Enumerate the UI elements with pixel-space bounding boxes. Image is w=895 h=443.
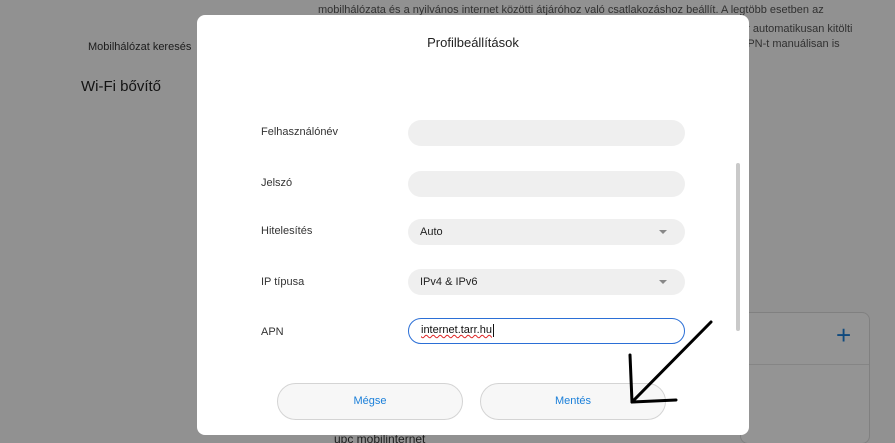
- password-label: Jelszó: [261, 177, 293, 189]
- save-button[interactable]: Mentés: [480, 383, 666, 420]
- cancel-button[interactable]: Mégse: [277, 383, 463, 420]
- apn-label: APN: [261, 326, 284, 338]
- apn-input-value: internet.tarr.hu: [421, 324, 492, 336]
- chevron-down-icon: [659, 280, 667, 284]
- auth-label: Hitelesítés: [261, 225, 313, 237]
- text-caret: [492, 323, 494, 337]
- dialog-title: Profilbeállítások: [427, 35, 519, 50]
- apn-input[interactable]: internet.tarr.hu: [408, 318, 685, 344]
- auth-select[interactable]: Auto: [408, 219, 685, 245]
- auth-select-value: Auto: [420, 226, 443, 238]
- username-label: Felhasználónév: [261, 126, 339, 138]
- profile-settings-dialog: Profilbeállítások Felhasználónév Jelszó …: [197, 15, 749, 435]
- password-input[interactable]: [408, 171, 685, 197]
- ip-type-select[interactable]: IPv4 & IPv6: [408, 269, 685, 295]
- chevron-down-icon: [659, 230, 667, 234]
- username-input[interactable]: [408, 120, 685, 146]
- ip-type-label: IP típusa: [261, 276, 305, 288]
- dialog-scrollbar[interactable]: [736, 163, 740, 331]
- ip-type-select-value: IPv4 & IPv6: [420, 276, 478, 288]
